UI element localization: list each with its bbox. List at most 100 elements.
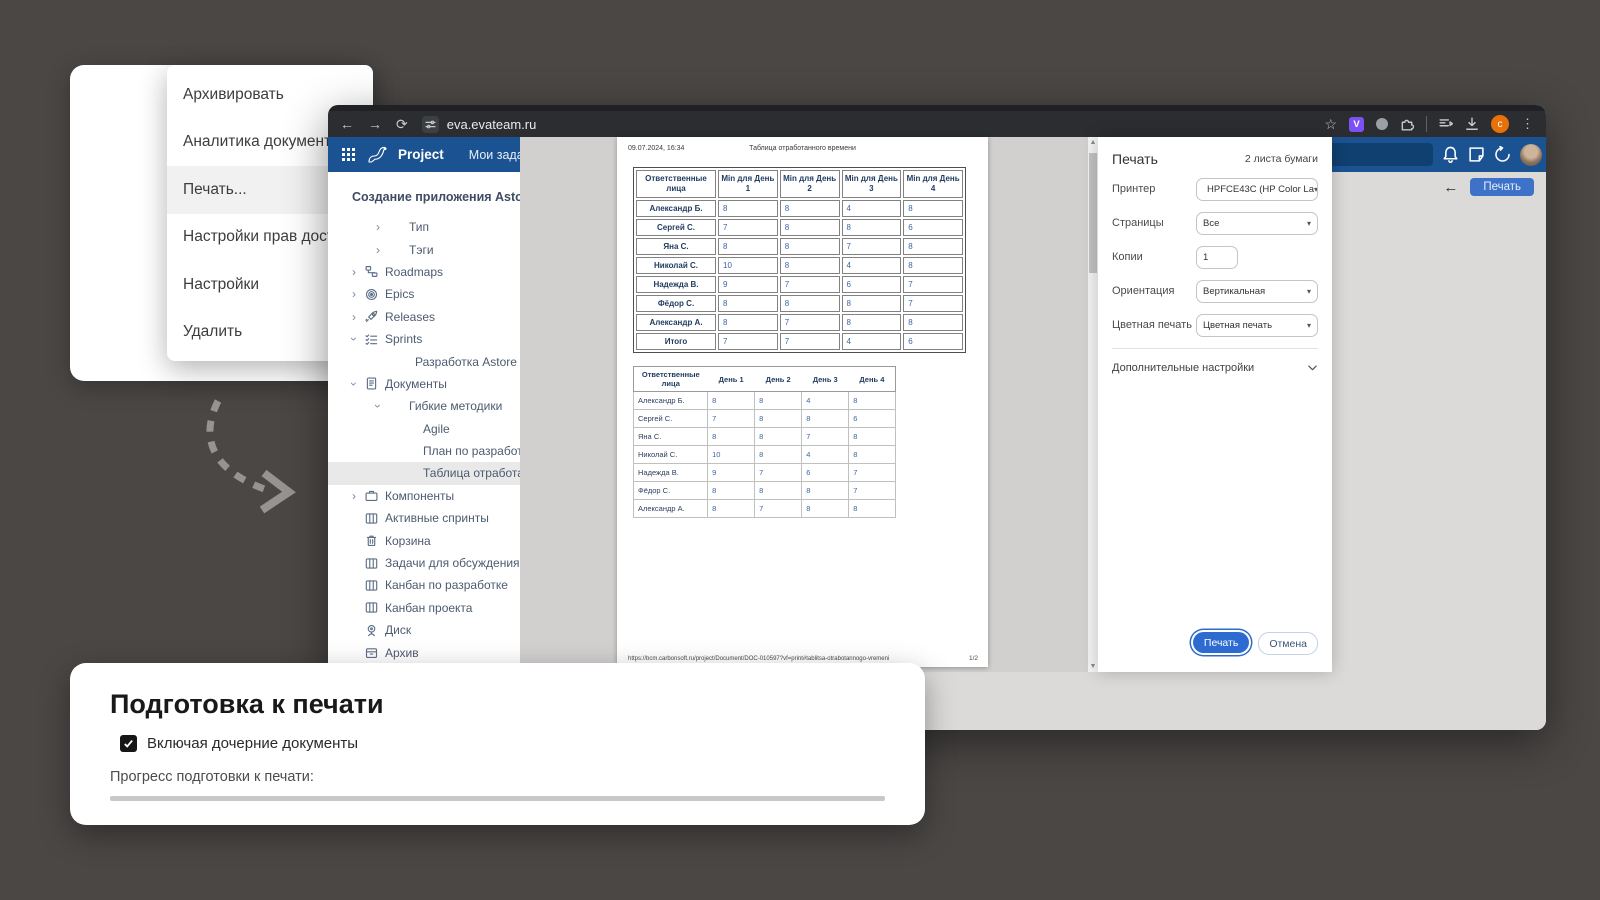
chevron-icon [352,287,365,301]
scrollbar-thumb[interactable] [1089,153,1097,273]
table-row: Яна С. 8 8 7 8 [636,238,963,255]
table-row: Николай С. 10 8 4 8 [634,446,896,464]
tree-item[interactable]: Задачи для обсуждения [328,552,520,574]
preview-doc-title: Таблица отработанного времени [617,145,988,152]
print-confirm-button[interactable]: Печать [1193,632,1249,653]
tree-item[interactable]: Диск [328,619,520,641]
checkbox-label[interactable]: Включая дочерние документы [147,735,358,752]
extensions-puzzle-icon[interactable] [1400,117,1414,131]
color-value: Цветная печать [1203,320,1272,331]
tree-item-label: Корзина [385,534,431,548]
scroll-up-icon[interactable]: ▲ [1088,139,1098,146]
url-text[interactable]: eva.evateam.ru [447,117,537,132]
printer-label: Принтер [1112,183,1155,195]
chevron-icon [376,243,389,257]
child-docs-checkbox[interactable] [120,735,137,752]
tree-icon [365,557,385,570]
tree-item[interactable]: Активные спринты [328,507,520,529]
tree-icon [365,624,385,637]
tree-item-label: Диск [385,623,411,637]
caret-down-icon: ▾ [1307,219,1311,228]
chevron-icon [352,489,365,503]
copies-input[interactable]: 1 [1196,246,1238,269]
tree-item[interactable]: Таблица отработанного времени [328,462,520,484]
user-avatar[interactable] [1520,144,1542,166]
tree-item-label: Компоненты [385,489,454,503]
tree-item[interactable]: Тэги [328,238,520,260]
dashed-arrow [188,393,324,517]
project-tree: Тип Тэги Roadmaps [328,216,520,686]
extension-v-badge[interactable]: V [1349,117,1364,132]
tree-item[interactable]: Канбан по разработке [328,574,520,596]
dino-logo [365,144,390,165]
orientation-select[interactable]: Вертикальная ▾ [1196,280,1318,303]
tree-item[interactable]: Разработка Astore (3) [328,350,520,372]
tree-item[interactable]: Архив [328,641,520,663]
bookmark-star-icon[interactable]: ☆ [1324,116,1337,133]
tree-item-label: Документы [385,377,447,391]
pages-select[interactable]: Все ▾ [1196,212,1318,235]
scroll-down-icon[interactable]: ▼ [1088,663,1098,670]
chevron-icon [352,310,365,324]
toolbar-separator [1426,116,1427,132]
chevron-down-icon [1307,364,1318,373]
color-label: Цветная печать [1112,319,1192,331]
tree-item[interactable]: Компоненты [328,485,520,507]
history-icon[interactable] [1494,146,1511,163]
tree-item-label: Активные спринты [385,511,489,525]
download-icon[interactable] [1465,117,1479,131]
tree-item-label: Epics [385,287,414,301]
preview-scrollbar[interactable]: ▲ ▼ [1088,137,1098,672]
table-row: Сергей С. 7 8 8 6 [636,219,963,236]
site-info-icon[interactable] [422,116,439,133]
tree-item[interactable]: План по разработке [328,440,520,462]
worktime-table-min: Ответственные лица Min для День 1 Min дл… [633,167,966,353]
forward-icon[interactable]: → [368,116,382,132]
tree-icon [365,646,385,659]
tree-item-label: Sprints [385,332,422,346]
orientation-label: Ориентация [1112,285,1174,297]
chevron-icon [376,220,389,234]
tree-item[interactable]: Канбан проекта [328,597,520,619]
toolbar-actions: ☆ V c ⋮ [1324,115,1534,133]
tree-item[interactable]: Agile [328,418,520,440]
tree-item[interactable]: Releases [328,306,520,328]
page-print-button[interactable]: Печать [1470,178,1534,196]
notes-icon[interactable] [1468,146,1485,163]
color-select[interactable]: Цветная печать ▾ [1196,314,1318,337]
tree-item-label: Архив [385,646,419,660]
chevron-icon [352,377,365,391]
prep-dialog-title: Подготовка к печати [110,689,885,720]
tree-item-label: План по разработке [423,444,520,458]
reload-icon[interactable]: ⟳ [396,116,408,133]
project-title[interactable]: Создание приложения Astore [328,190,520,204]
progress-label: Прогресс подготовки к печати: [110,769,885,785]
page-back-icon[interactable]: ← [1443,179,1458,196]
side-panel-icon[interactable] [1439,117,1453,131]
tree-item-label: Тип [409,220,429,234]
tree-item[interactable]: Epics [328,283,520,305]
caret-down-icon: ▾ [1307,321,1311,330]
browser-profile-avatar[interactable]: c [1491,115,1509,133]
tree-item[interactable]: Гибкие методики [328,395,520,417]
copies-label: Копии [1112,251,1143,263]
tree-item[interactable]: Тип [328,216,520,238]
table-row: Фёдор С. 8 8 8 7 [634,482,896,500]
tree-item[interactable]: Документы [328,373,520,395]
cancel-button[interactable]: Отмена [1258,632,1318,655]
browser-menu-icon[interactable]: ⋮ [1521,116,1534,132]
tree-item[interactable]: Sprints [328,328,520,350]
tree-item[interactable]: Roadmaps [328,261,520,283]
back-icon[interactable]: ← [340,116,354,132]
tree-icon [365,601,385,614]
pages-value: Все [1203,218,1219,229]
more-settings-row[interactable]: Дополнительные настройки [1112,357,1318,379]
extension-dot-icon[interactable] [1376,118,1388,130]
printer-select[interactable]: HPFCE43C (HP Color La ▾ [1196,178,1318,201]
tree-item[interactable]: Корзина [328,529,520,551]
apps-grid-icon[interactable] [342,148,355,161]
product-name[interactable]: Project [398,147,444,162]
sheets-count: 2 листа бумаги [1245,153,1318,165]
bell-icon[interactable] [1442,146,1459,163]
tree-item-label: Канбан проекта [385,601,472,615]
